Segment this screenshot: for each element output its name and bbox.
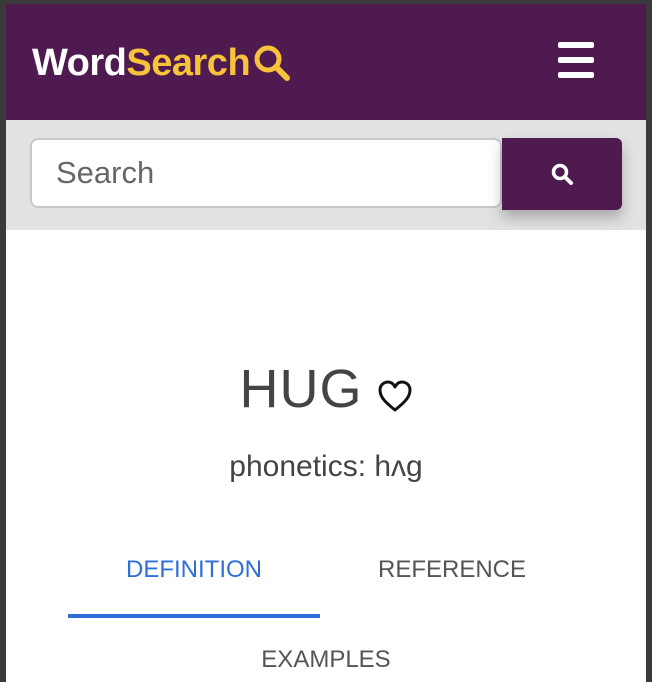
logo-word-text: Word: [32, 41, 127, 84]
hamburger-menu-icon[interactable]: [558, 42, 602, 78]
search-bar: [6, 120, 646, 230]
word-title: HUG: [239, 359, 363, 419]
wordsearch-logo[interactable]: Word Search: [32, 38, 292, 88]
search-button[interactable]: [502, 138, 622, 210]
top-navbar: Word Search: [6, 4, 646, 120]
search-icon: [551, 163, 573, 185]
tab-definition[interactable]: DEFINITION: [68, 544, 320, 618]
active-tab-indicator: [68, 614, 320, 618]
tab-bar: DEFINITION REFERENCE: [68, 544, 584, 618]
hamburger-line: [558, 42, 594, 48]
word-heading-row: HUG: [6, 354, 646, 424]
hamburger-line: [558, 72, 594, 78]
search-input[interactable]: [30, 138, 502, 208]
tab-examples[interactable]: EXAMPLES: [6, 640, 646, 680]
phonetics-text: phonetics: hʌg: [229, 450, 423, 483]
hamburger-line: [558, 57, 594, 63]
logo-search-text: Search: [126, 41, 251, 84]
heart-outline-icon[interactable]: [377, 379, 413, 413]
app-frame: Word Search HUG phonetics: hʌg: [6, 4, 646, 682]
magnifier-icon: [254, 45, 291, 81]
tab-reference[interactable]: REFERENCE: [326, 544, 578, 618]
